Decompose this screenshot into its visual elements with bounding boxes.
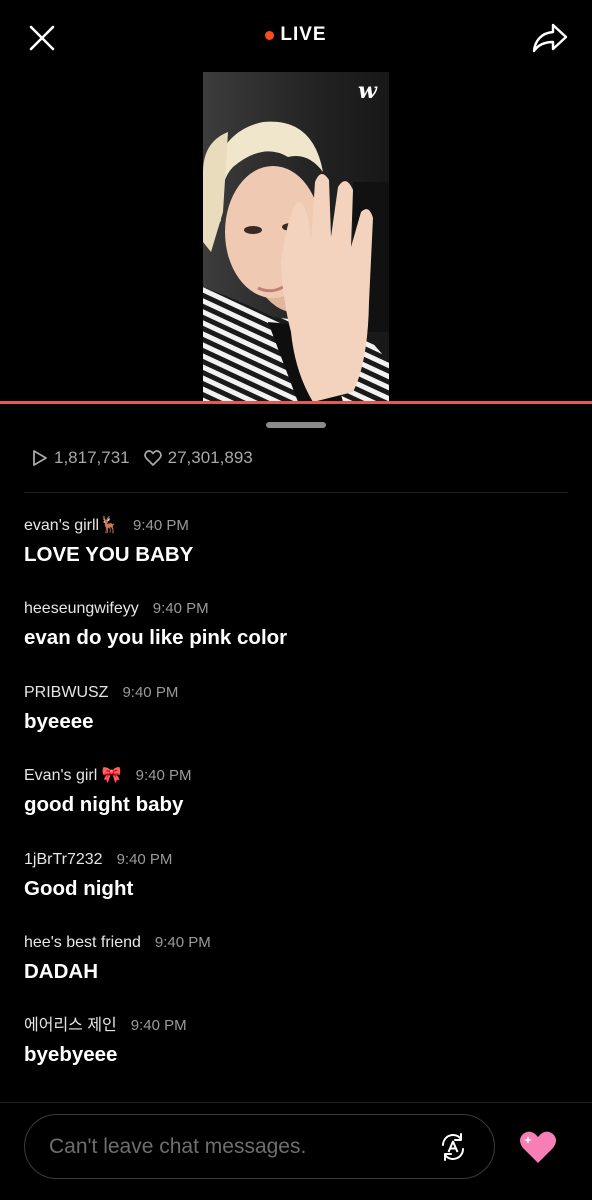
chat-timestamp: 9:40 PM — [133, 517, 189, 534]
chat-message[interactable]: PRIBWUSZ 9:40 PM byeeee — [24, 682, 568, 765]
divider — [0, 1102, 592, 1103]
live-video[interactable]: w — [203, 72, 389, 402]
chat-message-header: heeseungwifeyy 9:40 PM — [24, 598, 568, 620]
chat-message-header: evan's girll🦌 9:40 PM — [24, 515, 568, 537]
chat-message-text: evan do you like pink color — [24, 626, 288, 650]
play-count: 1,817,731 — [32, 448, 130, 468]
chat-username[interactable]: heeseungwifeyy — [24, 598, 139, 620]
chat-timestamp: 9:40 PM — [122, 683, 179, 701]
chat-message-header: hee's best friend 9:40 PM — [24, 932, 568, 954]
like-count-value: 27,301,893 — [167, 448, 253, 467]
chat-input[interactable] — [49, 1134, 419, 1159]
live-progress-bar — [0, 401, 592, 404]
chat-message[interactable]: 에어리스 제인 9:40 PM byebyeee — [24, 1015, 568, 1098]
divider — [24, 492, 568, 493]
top-bar: LIVE — [0, 0, 592, 72]
video-frame-image — [203, 72, 389, 402]
play-count-value: 1,817,731 — [54, 448, 130, 467]
weverse-logo: w — [358, 78, 377, 104]
chat-username[interactable]: 에어리스 제인 — [24, 1015, 117, 1037]
heart-button[interactable] — [518, 1127, 558, 1167]
stats-row: 1,817,731 27,301,893 — [32, 448, 253, 468]
chat-message-header: 1jBrTr7232 9:40 PM — [24, 849, 568, 871]
chat-message[interactable]: heeseungwifeyy 9:40 PM evan do you like pi… — [24, 598, 568, 681]
chat-message[interactable]: Evan's girl 🎀 9:40 PM good night baby — [24, 765, 568, 848]
chat-message-text: good night baby — [24, 793, 184, 817]
chat-list[interactable]: evan's girll🦌 9:40 PM LOVE YOU BABY heeseun… — [24, 515, 568, 1099]
chat-message[interactable]: 1jBrTr7232 9:40 PM Good night — [24, 849, 568, 932]
chat-timestamp: 9:40 PM — [135, 767, 192, 785]
live-indicator: LIVE — [0, 24, 592, 46]
chat-message-text: DADAH — [24, 959, 99, 983]
chat-username[interactable]: PRIBWUSZ — [24, 682, 108, 704]
drag-handle[interactable] — [266, 422, 326, 428]
chat-input-box[interactable] — [24, 1114, 495, 1179]
like-count: 27,301,893 — [143, 448, 253, 468]
chat-timestamp: 9:40 PM — [154, 933, 211, 951]
chat-message[interactable]: evan's girll🦌 9:40 PM LOVE YOU BABY — [24, 515, 568, 598]
translate-icon[interactable] — [438, 1132, 468, 1162]
chat-timestamp: 9:40 PM — [116, 850, 173, 868]
heart-outline-icon — [143, 450, 162, 466]
chat-timestamp: 9:40 PM — [130, 1017, 187, 1035]
share-icon — [532, 23, 568, 53]
chat-username[interactable]: evan's girll🦌 — [24, 515, 119, 537]
chat-message-text: byeeee — [24, 709, 94, 733]
chat-message-header: Evan's girl 🎀 9:40 PM — [24, 765, 568, 787]
chat-message-text: byebyeee — [24, 1043, 118, 1067]
chat-username[interactable]: Evan's girl 🎀 — [24, 765, 122, 787]
chat-username[interactable]: hee's best friend — [24, 932, 141, 954]
live-dot — [265, 30, 275, 40]
chat-message-header: 에어리스 제인 9:40 PM — [24, 1015, 568, 1037]
chat-message-header: PRIBWUSZ 9:40 PM — [24, 682, 568, 704]
play-icon — [33, 450, 47, 466]
share-button[interactable] — [530, 18, 570, 58]
chat-message-text: Good night — [24, 876, 134, 900]
chat-message[interactable]: hee's best friend 9:40 PM DADAH — [24, 932, 568, 1015]
heart-icon — [520, 1131, 556, 1163]
chat-message-text: LOVE YOU BABY — [24, 543, 194, 566]
live-label: LIVE — [280, 24, 327, 45]
chat-username[interactable]: 1jBrTr7232 — [24, 849, 103, 871]
chat-timestamp: 9:40 PM — [152, 600, 209, 618]
